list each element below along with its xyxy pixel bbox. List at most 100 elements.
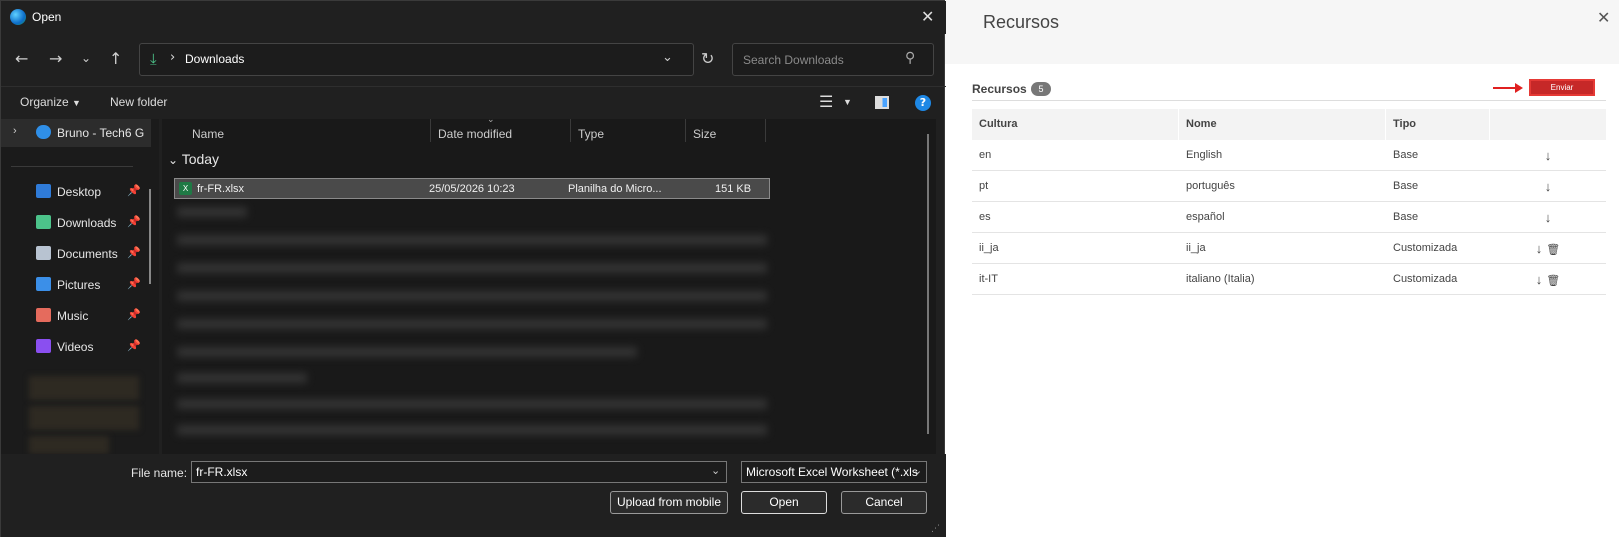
open-button[interactable]: Open xyxy=(741,491,827,514)
sidebar-item-label: Desktop xyxy=(57,185,102,199)
recent-chevron-down-icon[interactable]: ⌄ xyxy=(81,51,91,65)
sidebar-item-onedrive[interactable]: › Bruno - Tech6 G xyxy=(1,119,151,147)
table-row: en English Base ↓ xyxy=(972,140,1606,171)
videos-folder-icon xyxy=(36,339,51,353)
column-header-size[interactable]: Size xyxy=(693,127,716,141)
download-icon[interactable]: ↓ xyxy=(1545,179,1552,194)
sidebar-item-downloads[interactable]: Downloads 📌 xyxy=(1,209,151,237)
count-badge: 5 xyxy=(1031,82,1051,96)
pin-icon[interactable]: 📌 xyxy=(127,308,141,321)
preview-pane-icon[interactable] xyxy=(875,96,889,109)
download-icon[interactable]: ↓ xyxy=(1536,241,1543,256)
table-row: it-IT italiano (Italia) Customizada ↓ 🗑 xyxy=(972,264,1606,295)
download-icon[interactable]: ↓ xyxy=(1545,210,1552,225)
trash-icon[interactable]: 🗑 xyxy=(1546,275,1560,287)
send-button[interactable]: Enviar xyxy=(1529,79,1595,96)
file-list-scrollbar[interactable] xyxy=(927,134,929,434)
cell-actions: ↓ xyxy=(1490,179,1606,194)
column-header-type: Tipo xyxy=(1386,109,1490,140)
address-bar[interactable]: ⤓ › Downloads ⌄ xyxy=(139,43,694,76)
cell-type: Base xyxy=(1393,149,1419,161)
upload-from-mobile-button[interactable]: Upload from mobile xyxy=(610,491,728,514)
sidebar-item-videos[interactable]: Videos 📌 xyxy=(1,333,151,361)
column-header-date[interactable]: Date modified xyxy=(438,127,512,141)
sidebar-item-music[interactable]: Music 📌 xyxy=(1,302,151,330)
pictures-folder-icon xyxy=(36,277,51,291)
cell-actions: ↓ 🗑 xyxy=(1490,241,1606,256)
pin-icon[interactable]: 📌 xyxy=(127,339,141,352)
address-dropdown-chevron-icon[interactable]: ⌄ xyxy=(662,50,673,65)
file-name-input[interactable] xyxy=(191,461,727,483)
pin-icon[interactable]: 📌 xyxy=(127,277,141,290)
column-header-culture: Cultura xyxy=(972,109,1179,140)
file-row-selected[interactable]: X fr-FR.xlsx 25/05/2026 10:23 Planilha d… xyxy=(174,178,770,199)
new-folder-button[interactable]: New folder xyxy=(110,95,167,109)
pin-icon[interactable]: 📌 xyxy=(127,246,141,259)
column-header-type[interactable]: Type xyxy=(578,127,604,141)
cell-type: Base xyxy=(1393,180,1419,192)
sidebar-item-desktop[interactable]: Desktop 📌 xyxy=(1,178,151,206)
trash-icon[interactable]: 🗑 xyxy=(1546,244,1560,256)
column-separator[interactable] xyxy=(570,119,571,142)
sidebar-item-pictures[interactable]: Pictures 📌 xyxy=(1,271,151,299)
download-icon[interactable]: ↓ xyxy=(1545,148,1552,163)
cancel-button[interactable]: Cancel xyxy=(841,491,927,514)
music-folder-icon xyxy=(36,308,51,322)
column-header-name[interactable]: Name xyxy=(192,127,224,141)
documents-folder-icon xyxy=(36,246,51,260)
group-header-today[interactable]: ⌄ Today xyxy=(168,151,219,167)
sidebar-item-label: Downloads xyxy=(57,216,117,230)
file-type-chevron-icon[interactable]: ⌄ xyxy=(913,464,922,477)
help-icon[interactable]: ? xyxy=(915,95,931,111)
view-caret-icon[interactable]: ▼ xyxy=(843,97,852,107)
search-icon: ⚲ xyxy=(905,50,916,66)
open-file-dialog: Open ✕ ← → ⌄ ↑ ⤓ › Downloads ⌄ ↻ ⚲ Organ… xyxy=(0,0,946,537)
file-name-dropdown-chevron-icon[interactable]: ⌄ xyxy=(711,464,720,477)
cell-type: Customizada xyxy=(1393,273,1458,285)
blurred-file-row xyxy=(177,373,307,383)
cell-culture: ii_ja xyxy=(979,242,999,254)
expand-chevron-icon[interactable]: › xyxy=(13,125,17,137)
organize-button[interactable]: Organize ▼ xyxy=(20,95,81,109)
download-icon[interactable]: ↓ xyxy=(1536,272,1543,287)
search-input[interactable] xyxy=(732,43,934,76)
pin-icon[interactable]: 📌 xyxy=(127,215,141,228)
sidebar-item-label: Videos xyxy=(57,340,94,354)
file-name: fr-FR.xlsx xyxy=(197,183,245,195)
cell-actions: ↓ xyxy=(1490,148,1606,163)
forward-arrow-icon[interactable]: → xyxy=(49,49,62,68)
refresh-icon[interactable]: ↻ xyxy=(701,49,714,68)
file-type-select[interactable]: Microsoft Excel Worksheet (*.xls xyxy=(741,461,927,483)
resize-grip-icon[interactable]: ⋰ xyxy=(931,524,940,534)
table-row: ii_ja ii_ja Customizada ↓ 🗑 xyxy=(972,233,1606,264)
panel-close-icon[interactable]: ✕ xyxy=(1597,8,1610,27)
annotation-arrowhead-icon xyxy=(1515,83,1523,93)
view-options-icon[interactable]: ☰ xyxy=(819,92,833,112)
up-arrow-icon[interactable]: ↑ xyxy=(109,49,122,68)
onedrive-cloud-icon xyxy=(36,125,51,139)
cell-culture: es xyxy=(979,211,991,223)
sidebar-scrollbar[interactable] xyxy=(149,189,151,284)
cell-culture: it-IT xyxy=(979,273,998,285)
column-separator[interactable] xyxy=(685,119,686,142)
dialog-close-icon[interactable]: ✕ xyxy=(921,7,934,26)
file-list: Name ⌄ Date modified Type Size ⌄ Today X… xyxy=(162,115,936,454)
table-row: pt português Base ↓ xyxy=(972,171,1606,202)
sidebar-item-label: Pictures xyxy=(57,278,101,292)
file-size: 151 KB xyxy=(715,183,752,195)
blurred-file-row xyxy=(177,319,767,329)
sidebar-item-label: Documents xyxy=(57,247,118,261)
sidebar-divider xyxy=(11,166,133,167)
sidebar-item-documents[interactable]: Documents 📌 xyxy=(1,240,151,268)
column-separator[interactable] xyxy=(765,119,766,142)
breadcrumb-downloads[interactable]: Downloads xyxy=(185,52,244,66)
column-separator[interactable] xyxy=(430,119,431,142)
blurred-file-row xyxy=(177,347,637,357)
back-arrow-icon[interactable]: ← xyxy=(15,49,28,68)
panel-title: Recursos xyxy=(983,12,1060,32)
file-type: Planilha do Micro... xyxy=(568,183,662,195)
sidebar-item-label: Bruno - Tech6 G xyxy=(57,126,145,140)
organize-caret-icon: ▼ xyxy=(72,98,81,108)
pin-icon[interactable]: 📌 xyxy=(127,184,141,197)
downloads-icon: ⤓ xyxy=(150,50,157,68)
